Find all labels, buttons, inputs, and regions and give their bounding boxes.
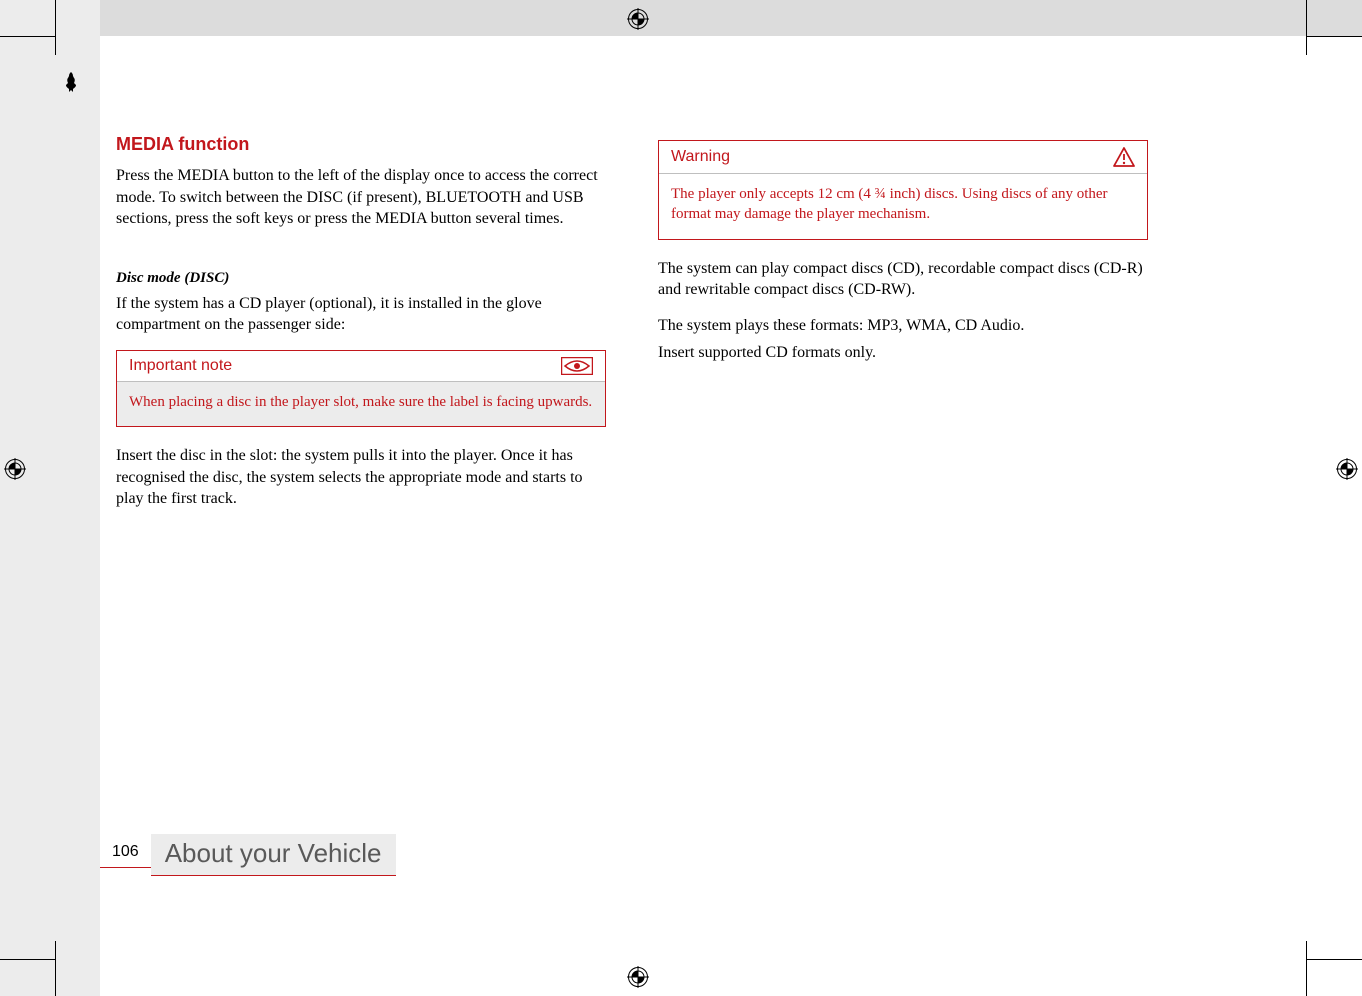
page-content: MEDIA function Press the MEDIA button to… [116,134,1166,524]
registration-mark-left-icon [4,458,26,480]
warning-body: The player only accepts 12 cm (4 ¾ inch)… [659,174,1147,239]
crop-mark-icon [55,941,56,996]
warning-triangle-icon [1113,147,1135,167]
registration-mark-right-icon [1336,458,1358,480]
supported-formats-paragraph: Insert supported CD formats only. [658,342,1148,364]
left-column: MEDIA function Press the MEDIA button to… [116,134,606,524]
crop-mark-icon [1307,959,1362,960]
warning-box: Warning The player only accepts 12 cm (4… [658,140,1148,240]
important-note-body: When placing a disc in the player slot, … [117,382,605,426]
warning-header: Warning [659,141,1147,174]
crop-mark-icon [1306,941,1307,996]
note-eye-icon [561,357,593,375]
disc-mode-subheading: Disc mode (DISC) [116,270,606,287]
important-note-text: When placing a disc in the player slot, … [129,392,593,412]
crop-mark-icon [0,36,55,37]
media-function-heading: MEDIA function [116,134,606,155]
important-note-box: Important note When placing a disc in th… [116,350,606,427]
crop-mark-icon [55,0,56,55]
ferrari-horse-icon [64,72,78,92]
warning-text: The player only accepts 12 cm (4 ¾ inch)… [671,184,1135,225]
cd-types-paragraph: The system can play compact discs (CD), … [658,258,1148,301]
crop-mark-icon [0,959,55,960]
important-note-header: Important note [117,351,605,382]
formats-paragraph: The system plays these formats: MP3, WMA… [658,315,1148,337]
warning-title: Warning [671,148,730,166]
crop-mark-icon [1306,0,1307,55]
crop-mark-icon [1307,36,1362,37]
important-note-title: Important note [129,357,232,375]
insert-disc-paragraph: Insert the disc in the slot: the system … [116,445,606,510]
page-number: 106 [100,843,151,868]
registration-mark-top-icon [627,8,649,30]
section-title: About your Vehicle [151,834,396,876]
page-footer: 106 About your Vehicle [0,836,1362,876]
top-gray-bar [100,0,1362,36]
disc-mode-paragraph: If the system has a CD player (optional)… [116,293,606,336]
media-intro-paragraph: Press the MEDIA button to the left of th… [116,165,606,230]
right-column: Warning The player only accepts 12 cm (4… [658,134,1148,524]
registration-mark-bottom-icon [627,966,649,988]
